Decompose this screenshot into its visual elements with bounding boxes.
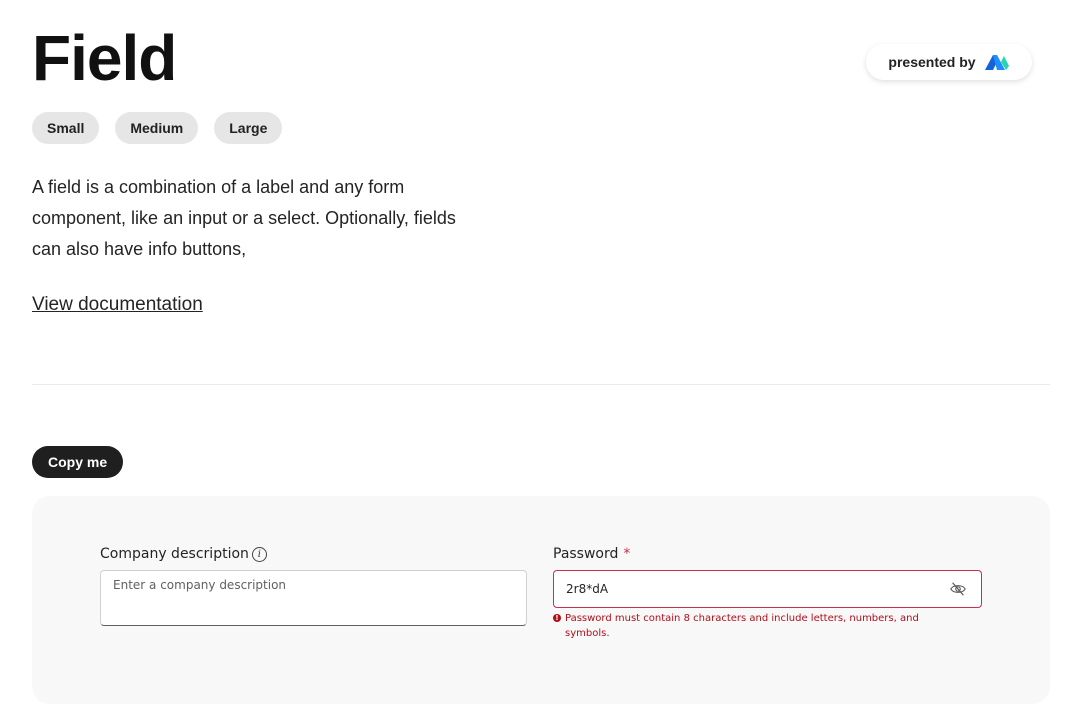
page-title: Field: [32, 22, 177, 94]
password-field: [553, 570, 982, 608]
presented-by-label: presented by: [888, 54, 976, 70]
view-documentation-link[interactable]: View documentation: [32, 294, 203, 316]
presented-by-badge[interactable]: presented by: [866, 44, 1032, 80]
password-label-text: Password: [553, 546, 619, 562]
size-chip-small[interactable]: Small: [32, 112, 100, 144]
password-error-text: Password must contain 8 characters and i…: [565, 613, 919, 639]
password-error-message: ! Password must contain 8 characters and…: [553, 611, 933, 641]
error-icon: !: [553, 614, 561, 622]
password-label: Password *: [553, 546, 630, 562]
size-chip-large[interactable]: Large: [214, 112, 283, 144]
company-description-label: Company description i: [100, 546, 267, 562]
brand-logo-icon: [984, 55, 1009, 70]
company-description-label-text: Company description: [100, 546, 249, 562]
size-chip-medium[interactable]: Medium: [115, 112, 199, 144]
company-description-input[interactable]: [100, 570, 527, 626]
size-chips: Small Medium Large: [32, 112, 283, 144]
info-icon[interactable]: i: [251, 546, 267, 562]
eye-off-icon[interactable]: [949, 580, 967, 598]
required-marker: *: [623, 546, 631, 562]
page-description: A field is a combination of a label and …: [32, 177, 456, 259]
copy-me-button[interactable]: Copy me: [32, 446, 124, 478]
section-divider: [32, 384, 1050, 385]
password-input[interactable]: [554, 571, 949, 607]
